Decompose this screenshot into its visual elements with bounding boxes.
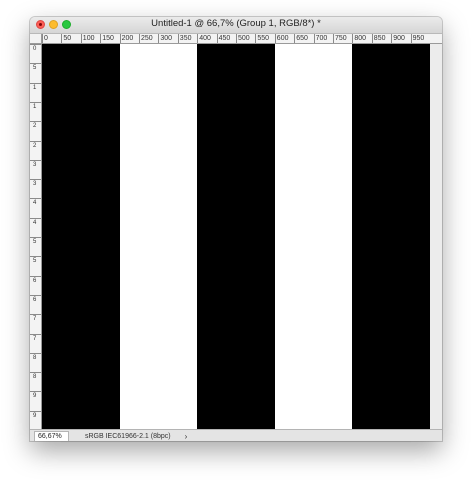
document-window: Untitled-1 @ 66,7% (Group 1, RGB/8*) * 0…	[30, 17, 442, 441]
ruler-left-label: 0	[33, 46, 37, 52]
ruler-top-tick	[158, 34, 160, 43]
ruler-top-tick	[371, 34, 373, 43]
ruler-top-label: 450	[218, 35, 231, 42]
zoom-level-field[interactable]: 66,67%	[34, 430, 69, 441]
ruler-top-tick	[216, 34, 218, 43]
color-profile-info[interactable]: sRGB IEC61966-2.1 (8bpc)	[85, 433, 171, 440]
ruler-left-tick	[30, 410, 41, 412]
ruler-top-label: 300	[160, 35, 173, 42]
ruler-left-tick	[30, 333, 41, 335]
white-stripe	[119, 44, 198, 429]
ruler-left-tick	[30, 372, 41, 374]
ruler-top-tick	[177, 34, 179, 43]
ruler-top-label: 250	[141, 35, 153, 42]
ruler-left-label: 2	[33, 123, 37, 130]
ruler-left-label: 2	[33, 142, 37, 149]
ruler-left-label: 7	[33, 335, 37, 342]
window-title: Untitled-1 @ 66,7% (Group 1, RGB/8*) *	[151, 18, 321, 29]
ruler-left-label: 8	[33, 354, 37, 361]
black-stripe	[42, 44, 121, 429]
ruler-left-label: 9	[33, 393, 37, 400]
ruler-left-tick	[30, 314, 41, 316]
ruler-left-tick	[30, 391, 41, 393]
ruler-left-tick	[30, 63, 41, 65]
ruler-origin[interactable]	[30, 34, 42, 44]
ruler-left-label: 8	[33, 374, 37, 381]
ruler-left-label: 5	[33, 65, 37, 72]
ruler-left-label: 3	[33, 181, 37, 188]
ruler-top-label: 350	[179, 35, 192, 42]
ruler-left-tick	[30, 140, 41, 142]
ruler-top-tick	[61, 34, 63, 43]
ruler-left-label: 9	[33, 412, 37, 419]
document-canvas[interactable]	[42, 44, 430, 429]
ruler-left-tick	[30, 159, 41, 161]
ruler-top-tick	[80, 34, 82, 43]
ruler-top-tick	[313, 34, 315, 43]
ruler-top-label: 50	[63, 35, 72, 42]
ruler-left-label: 4	[33, 200, 37, 207]
status-menu-arrow-icon[interactable]: ›	[185, 432, 188, 441]
ruler-top-label: 800	[354, 35, 367, 42]
ruler-top-label: 600	[276, 35, 289, 42]
ruler-top-tick	[274, 34, 276, 43]
ruler-top-label: 550	[257, 35, 270, 42]
ruler-left-tick	[30, 121, 41, 123]
ruler-top-tick	[236, 34, 237, 43]
ruler-left-label: 6	[33, 277, 37, 284]
ruler-top-tick	[352, 34, 354, 43]
ruler-left-label: 3	[33, 161, 37, 168]
ruler-left-label: 5	[33, 239, 37, 245]
ruler-left-label: 1	[33, 84, 37, 91]
canvas-gutter	[430, 44, 442, 429]
ruler-left-tick	[30, 198, 41, 200]
ruler-left-label: 5	[33, 258, 37, 265]
horizontal-ruler[interactable]: 0 50 100 150 200 250 300 350 400 450 500 550 600 650 7…	[42, 34, 442, 44]
ruler-top-tick	[294, 34, 296, 43]
ruler-top-tick	[139, 34, 140, 43]
ruler-left-tick	[30, 217, 41, 219]
ruler-left-label: 4	[33, 219, 37, 226]
ruler-top-tick	[410, 34, 412, 43]
ruler-left-label: 6	[33, 296, 37, 303]
black-stripe	[197, 44, 276, 429]
status-bar: 66,67% sRGB IEC61966-2.1 (8bpc) ›	[30, 429, 442, 441]
ruler-top-tick	[197, 34, 199, 43]
ruler-top-label: 200	[121, 35, 134, 42]
ruler-left-tick	[30, 352, 41, 354]
ruler-left-tick	[30, 256, 41, 258]
vertical-ruler[interactable]: 0 5 1 1 2 2 3 3 4 4 5 5 6 6 7 7 8 8 9 9	[30, 44, 42, 429]
ruler-left-tick	[30, 275, 41, 277]
ruler-top-tick	[100, 34, 102, 43]
ruler-top-label: 500	[238, 35, 250, 42]
ruler-top-label: 400	[199, 35, 211, 42]
ruler-left-tick	[30, 294, 41, 296]
ruler-top-tick	[42, 34, 43, 43]
ruler-top-label: 650	[296, 35, 308, 42]
ruler-top-label: 900	[393, 35, 405, 42]
title-bar[interactable]: Untitled-1 @ 66,7% (Group 1, RGB/8*) *	[30, 17, 442, 34]
ruler-top-label: 700	[315, 35, 328, 42]
ruler-top-tick	[119, 34, 121, 43]
ruler-top-tick	[333, 34, 334, 43]
ruler-left-label: 1	[33, 103, 37, 110]
ruler-left-tick	[30, 44, 41, 45]
ruler-left-tick	[30, 179, 41, 181]
ruler-top-label: 0	[44, 35, 48, 42]
ruler-left-tick	[30, 101, 41, 103]
ruler-left-tick	[30, 237, 41, 238]
ruler-top-label: 150	[102, 35, 114, 42]
ruler-top-tick	[255, 34, 257, 43]
ruler-top-tick	[391, 34, 393, 43]
white-stripe	[274, 44, 353, 429]
ruler-top-label: 950	[412, 35, 425, 42]
ruler-top-label: 750	[335, 35, 347, 42]
ruler-left-label: 7	[33, 316, 37, 323]
ruler-top-label: 850	[373, 35, 386, 42]
ruler-left-tick	[30, 82, 41, 84]
black-stripe	[352, 44, 430, 429]
ruler-top-label: 100	[82, 35, 95, 42]
